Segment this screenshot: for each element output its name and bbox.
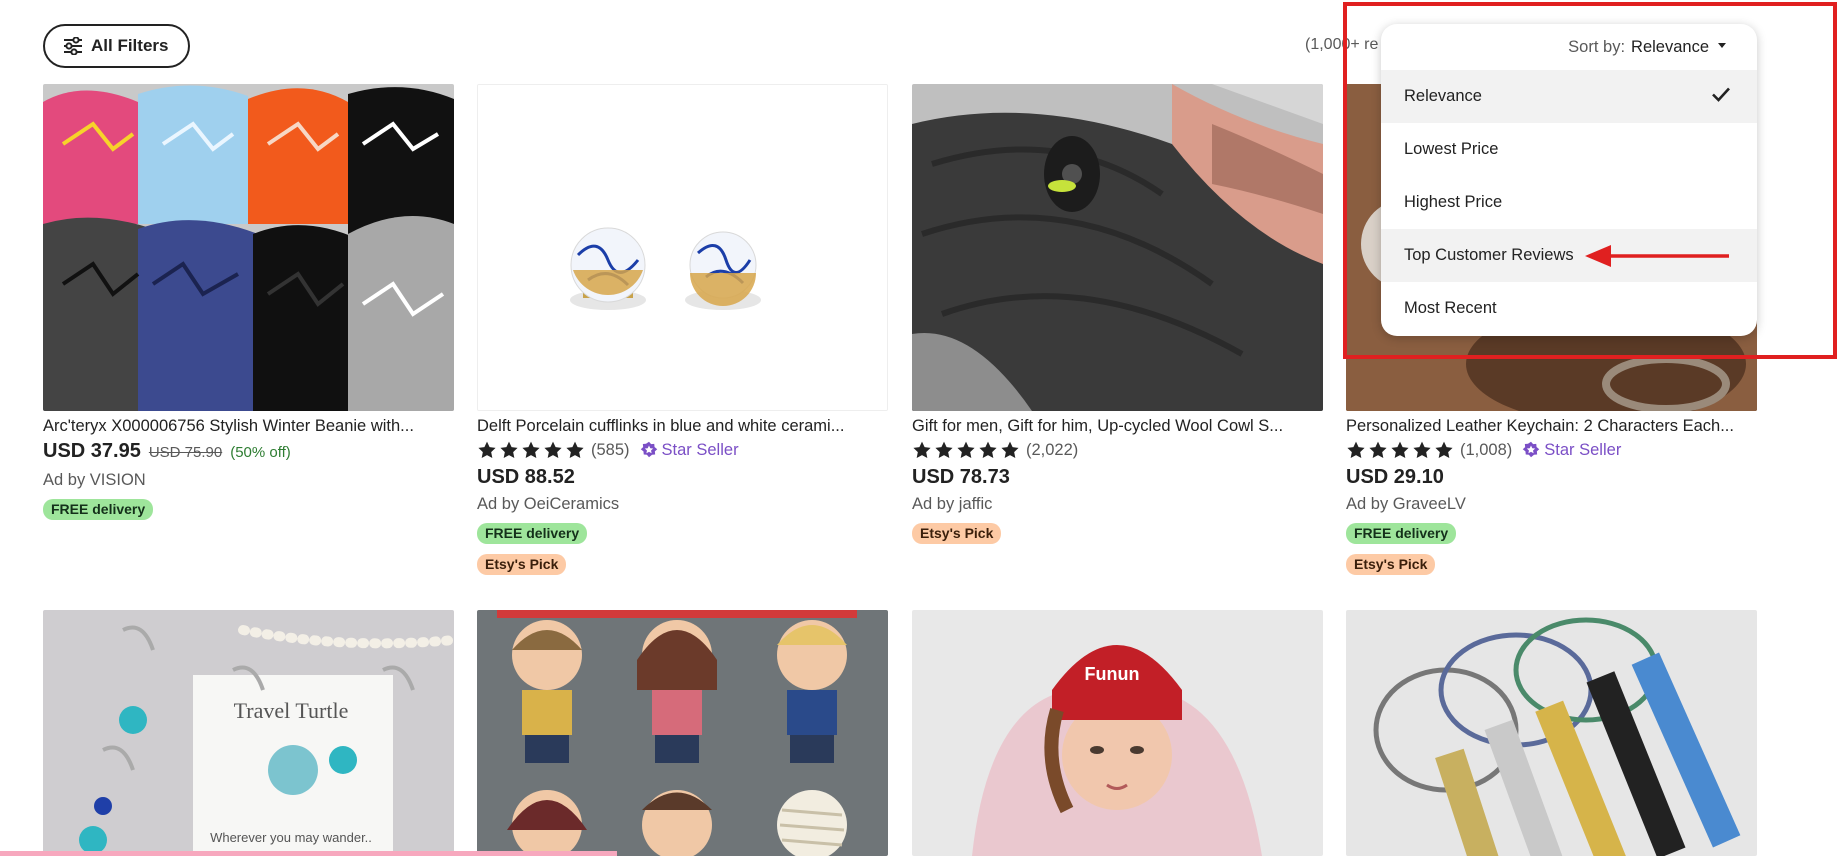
review-count: (585) [591, 440, 630, 459]
sort-option-label: Lowest Price [1404, 140, 1499, 158]
discount-label: (50% off) [230, 444, 291, 461]
five-star-rating-icon [477, 440, 585, 460]
card-subcaption: Wherever you may wander.. [210, 830, 372, 845]
listing-title[interactable]: Arc'teryx X000006756 Stylish Winter Bean… [43, 415, 454, 437]
listing-price: USD 37.95 [43, 440, 141, 462]
listing-image[interactable] [477, 610, 888, 856]
filter-sliders-icon [63, 37, 83, 55]
listing-image[interactable]: Travel Turtle Wherever you may wander.. [43, 610, 454, 856]
price-row: USD 37.95 USD 75.90 (50% off) [43, 437, 454, 467]
listing-price: USD 88.52 [477, 466, 575, 488]
five-star-rating-icon [1346, 440, 1454, 460]
listing-card[interactable] [477, 610, 888, 856]
price-row: USD 29.10 [1346, 463, 1757, 491]
review-count: (1,008) [1460, 440, 1513, 459]
price-row: USD 78.73 [912, 463, 1323, 491]
free-delivery-badge: FREE delivery [477, 523, 588, 544]
result-count: (1,000+ re [1305, 36, 1379, 53]
sort-option-lowest-price[interactable]: Lowest Price [1381, 123, 1757, 176]
all-filters-button[interactable]: All Filters [43, 24, 191, 68]
listing-price: USD 29.10 [1346, 466, 1444, 488]
listing-card[interactable]: Gift for men, Gift for him, Up-cycled Wo… [912, 84, 1323, 544]
checkmark-icon [1711, 86, 1731, 107]
etsys-pick-badge: Etsy's Pick [477, 554, 567, 575]
star-seller-label: Star Seller [661, 440, 739, 459]
sort-option-label: Most Recent [1404, 299, 1497, 317]
price-row: USD 88.52 [477, 463, 888, 491]
listing-title[interactable]: Gift for men, Gift for him, Up-cycled Wo… [912, 415, 1323, 437]
sort-option-most-recent[interactable]: Most Recent [1381, 282, 1757, 335]
original-price: USD 75.90 [148, 444, 223, 461]
listing-price: USD 78.73 [912, 466, 1010, 488]
shop-name[interactable]: Ad by VISION [43, 467, 454, 493]
sort-by-button[interactable]: Sort by: Relevance [1381, 24, 1757, 70]
sort-by-prefix: Sort by: [1568, 37, 1626, 56]
listing-image[interactable] [912, 84, 1323, 411]
listing-card[interactable]: Travel Turtle Wherever you may wander.. [43, 610, 454, 856]
star-seller-icon [640, 441, 657, 458]
star-seller-icon [1523, 441, 1540, 458]
shop-name[interactable]: Ad by jaffic [912, 491, 1323, 517]
listing-image[interactable]: Funun [912, 610, 1323, 856]
listing-card[interactable] [1346, 610, 1757, 856]
sort-option-highest-price[interactable]: Highest Price [1381, 176, 1757, 229]
sort-option-top-customer-reviews[interactable]: Top Customer Reviews [1381, 229, 1757, 282]
listing-title[interactable]: Personalized Leather Keychain: 2 Charact… [1346, 415, 1757, 437]
rating-row: (2,022) [912, 437, 1323, 463]
etsys-pick-badge: Etsy's Pick [912, 523, 1002, 544]
star-seller-badge: Star Seller [1522, 441, 1621, 460]
beanie-logo-text: Funun [1085, 664, 1140, 684]
shop-name[interactable]: Ad by OeiCeramics [477, 491, 888, 517]
all-filters-label: All Filters [91, 36, 169, 55]
listing-card[interactable]: Funun [912, 610, 1323, 856]
bottom-progress-bar [0, 851, 617, 856]
shop-name[interactable]: Ad by GraveeLV [1346, 491, 1757, 517]
caret-down-icon [1715, 38, 1729, 57]
sort-option-label: Top Customer Reviews [1404, 246, 1574, 264]
five-star-rating-icon [912, 440, 1020, 460]
free-delivery-badge: FREE delivery [1346, 523, 1457, 544]
review-count: (2,022) [1026, 440, 1079, 459]
listing-image[interactable] [43, 84, 454, 411]
sort-option-relevance[interactable]: Relevance [1381, 70, 1757, 123]
sort-by-current: Relevance [1631, 37, 1709, 56]
rating-row: (1,008) Star Seller [1346, 437, 1757, 463]
sort-option-label: Relevance [1404, 87, 1482, 105]
listing-image[interactable] [477, 84, 888, 411]
star-seller-label: Star Seller [1544, 440, 1622, 459]
listing-image[interactable] [1346, 610, 1757, 856]
etsys-pick-badge: Etsy's Pick [1346, 554, 1436, 575]
listing-card[interactable]: Arc'teryx X000006756 Stylish Winter Bean… [43, 84, 454, 520]
card-caption: Travel Turtle [234, 698, 349, 723]
listing-title[interactable]: Delft Porcelain cufflinks in blue and wh… [477, 415, 888, 437]
rating-row: (585) Star Seller [477, 437, 888, 463]
sort-dropdown-menu[interactable]: Sort by: Relevance Relevance Lowest Pric… [1381, 24, 1757, 336]
star-seller-badge: Star Seller [640, 441, 739, 460]
sort-option-label: Highest Price [1404, 193, 1503, 211]
listing-card[interactable]: Delft Porcelain cufflinks in blue and wh… [477, 84, 888, 575]
free-delivery-badge: FREE delivery [43, 499, 154, 520]
